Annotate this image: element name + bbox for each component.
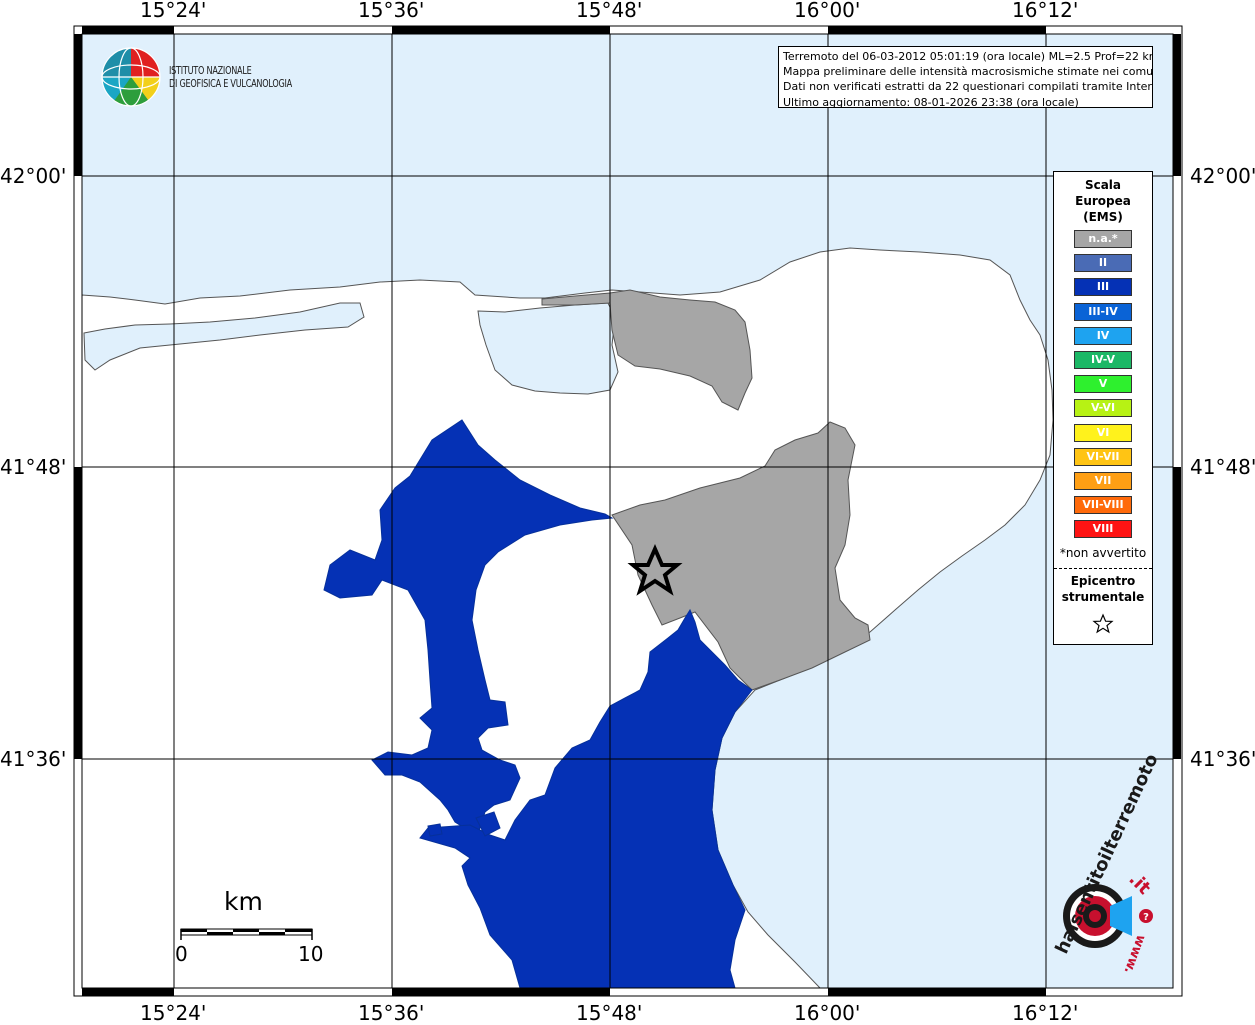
legend-title-line1: Scala — [1084, 178, 1122, 192]
svg-text:?: ? — [1143, 912, 1149, 923]
ingv-logo-line2: DI GEOFISICA E VULCANOLOGIA — [169, 77, 292, 90]
legend-swatch-4: III-IV — [1074, 302, 1132, 321]
legend-star-icon — [1092, 613, 1114, 634]
scale-bar-max: 10 — [298, 942, 324, 966]
lon-label-top-2: 15°36' — [358, 0, 425, 22]
lon-label-bottom-2: 15°36' — [358, 1001, 425, 1025]
legend-swatch-9: VI — [1074, 423, 1132, 442]
legend-swatch-1: n.a.* — [1074, 230, 1132, 248]
ingv-globe-icon — [101, 47, 161, 107]
lon-label-bottom-4: 16°00' — [794, 1001, 861, 1025]
lon-label-top-4: 16°00' — [794, 0, 861, 22]
legend-swatch-13: VIII — [1074, 520, 1132, 539]
legend-title-line2: Europea — [1075, 194, 1131, 208]
legend-title: Scala Europea (EMS) — [1054, 177, 1152, 225]
legend-swatch-7: V — [1074, 375, 1132, 394]
lon-label-top-5: 16°12' — [1012, 0, 1079, 22]
legend-swatch-12: VII-VIII — [1074, 496, 1132, 515]
info-line-4: Ultimo aggiornamento: 08-01-2026 23:38 (… — [783, 95, 1079, 108]
legend-swatch-11: VII — [1074, 472, 1132, 490]
lat-label-left-2: 41°48' — [0, 455, 67, 479]
legend-epicenter-label: Epicentro strumentale — [1054, 573, 1152, 605]
legend-not-felt-note: *non avvertito — [1059, 546, 1147, 560]
ingv-logo-line1: ISTITUTO NAZIONALE — [169, 64, 252, 77]
legend-swatch-2: II — [1074, 254, 1132, 273]
municipality-III-fragment-2[interactable] — [427, 823, 443, 837]
legend-swatch-3: III — [1074, 278, 1132, 297]
info-line-3: Dati non verificati estratti da 22 quest… — [783, 80, 1153, 94]
legend-epicenter-line2: strumentale — [1061, 590, 1145, 604]
ems-legend: Scala Europea (EMS) n.a.* II III III-IV IV IV… — [1053, 171, 1153, 645]
legend-divider — [1054, 568, 1152, 569]
legend-swatch-8: V-VI — [1074, 399, 1132, 418]
lat-label-right-2: 41°48' — [1190, 455, 1255, 479]
info-line-2: Mappa preliminare delle intensità macros… — [783, 65, 1153, 79]
lat-label-right-3: 41°36' — [1190, 747, 1255, 771]
legend-swatch-10: VI-VII — [1074, 447, 1132, 466]
lat-label-left-1: 42°00' — [0, 164, 67, 188]
earthquake-info-box: Terremoto del 06-03-2012 05:01:19 (ora l… — [778, 46, 1153, 108]
info-line-1: Terremoto del 06-03-2012 05:01:19 (ora l… — [783, 50, 1153, 63]
lon-label-bottom-5: 16°12' — [1012, 1001, 1079, 1025]
scale-bar-unit: km — [224, 887, 263, 916]
legend-swatch-5: IV — [1074, 326, 1132, 345]
lon-label-top-3: 15°48' — [576, 0, 643, 22]
legend-title-line3: (EMS) — [1083, 210, 1123, 224]
lon-label-bottom-1: 15°24' — [140, 1001, 207, 1025]
lat-label-left-3: 41°36' — [0, 747, 67, 771]
lon-label-top-1: 15°24' — [140, 0, 207, 22]
scale-bar-min: 0 — [175, 942, 188, 966]
legend-swatch-6: IV-V — [1074, 351, 1132, 369]
ingv-logo-text: ISTITUTO NAZIONALE DI GEOFISICA E VULCAN… — [169, 64, 292, 90]
lon-label-bottom-3: 15°48' — [576, 1001, 643, 1025]
legend-epicenter-line1: Epicentro — [1070, 574, 1136, 588]
lat-label-right-1: 42°00' — [1190, 164, 1255, 188]
